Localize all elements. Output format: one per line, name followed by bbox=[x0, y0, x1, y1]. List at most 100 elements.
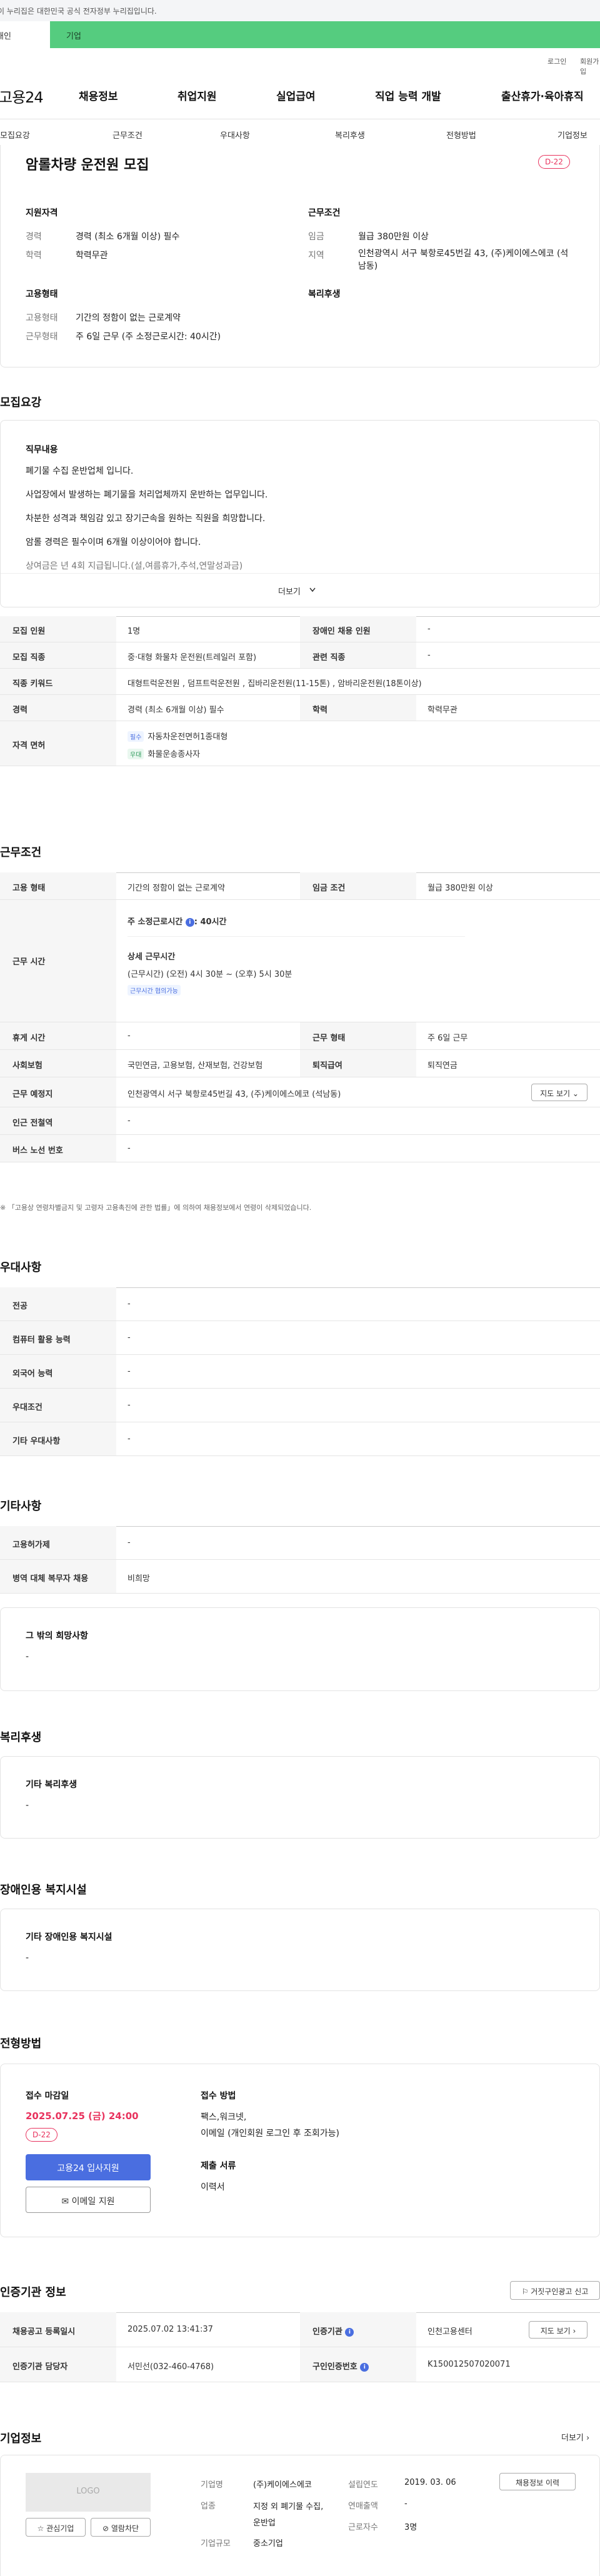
table-row: 고용 형태 기간의 정함이 없는 근로계약 임금 조건 월급 380만원 이상 bbox=[0, 872, 600, 900]
subnav-preference[interactable]: 우대사항 bbox=[220, 129, 250, 141]
established-label: 설립연도 bbox=[348, 2480, 378, 2490]
row-head: 경력 bbox=[0, 695, 116, 721]
report-button[interactable]: ⚐ 거짓구인광고 신고 bbox=[510, 2281, 600, 2300]
info-icon[interactable]: i bbox=[360, 2362, 369, 2372]
table-row: 인증기관 담당자 서민선(032-460-4768) 구인인증번호 i K150… bbox=[0, 2347, 600, 2382]
agency-map-button[interactable]: 지도 보기 › bbox=[529, 2321, 588, 2339]
email-apply-button[interactable]: ✉ 이메일 지원 bbox=[26, 2187, 151, 2213]
job-history-button[interactable]: 채용정보 이력 bbox=[499, 2473, 576, 2490]
row-head: 휴게 시간 bbox=[0, 1022, 116, 1049]
row-head: 모집 직종 bbox=[0, 642, 116, 668]
gnb-item-jobs[interactable]: 채용정보 bbox=[79, 87, 118, 103]
area-value: 인천광역시 서구 북항로45번길 43, (주)케이에스에코 (석남동) bbox=[358, 249, 569, 271]
user-type-tabs: 개인 기업 bbox=[0, 21, 600, 48]
duty-line: 암롤 경력은 필수이며 6개월 이상이어야 합니다. bbox=[26, 537, 201, 547]
favorite-label: 관심기업 bbox=[46, 2524, 74, 2533]
signup-link[interactable]: 회원가입 bbox=[580, 56, 600, 76]
hope-value: - bbox=[26, 1652, 29, 1662]
map-button[interactable]: 지도 보기 ⌄ bbox=[531, 1084, 588, 1101]
section-title-disability: 장애인용 복지시설 bbox=[0, 1884, 87, 1897]
row-head: 채용공고 등록일시 bbox=[0, 2312, 116, 2347]
gnb-item-training[interactable]: 직업 능력 개발 bbox=[375, 87, 441, 103]
row-value: - bbox=[428, 651, 431, 660]
row-head: 근무 시간 bbox=[0, 900, 116, 1022]
subnav-recruit[interactable]: 모집요강 bbox=[0, 129, 30, 141]
company-more-link[interactable]: 더보기 › bbox=[561, 2431, 589, 2443]
dday-badge: D-22 bbox=[26, 2128, 58, 2142]
chevron-right-icon: › bbox=[572, 2327, 576, 2335]
size-label: 기업규모 bbox=[201, 2539, 231, 2549]
industry-label: 업종 bbox=[201, 2502, 216, 2511]
row-value: - bbox=[128, 1031, 131, 1041]
row-head: 관련 직종 bbox=[300, 642, 416, 668]
table-row: 채용공고 등록일시 2025.07.02 13:41:37 인증기관 i 인천고… bbox=[0, 2312, 600, 2347]
row-value: 중·대형 화물차 운전원(트레일러 포함) bbox=[128, 653, 257, 662]
tab-individual[interactable]: 개인 bbox=[0, 21, 50, 48]
block-button[interactable]: ⊘ 열람차단 bbox=[91, 2518, 151, 2537]
license-item: 필수 자동차운전면허1종대형 bbox=[128, 730, 228, 742]
row-value: - bbox=[128, 1400, 131, 1410]
welfare-title: 복리후생 bbox=[308, 289, 341, 299]
career-value: 경력 (최소 6개월 이상) 필수 bbox=[76, 232, 180, 242]
gnb-item-unemployment[interactable]: 실업급여 bbox=[276, 87, 316, 103]
table-row: 모집 인원 1명 장애인 채용 인원 - bbox=[0, 616, 600, 642]
wage-value: 월급 380만원 이상 bbox=[358, 232, 429, 242]
info-icon[interactable]: i bbox=[345, 2327, 354, 2337]
welfare-card: 기타 복리후생 - bbox=[0, 1756, 600, 1839]
table-row: 사회보험 국민연금, 고용보험, 산재보험, 건강보험 퇴직급여 퇴직연금 bbox=[0, 1050, 600, 1077]
company-more-label: 더보기 bbox=[561, 2434, 584, 2443]
favorite-button[interactable]: ☆ 관심기업 bbox=[26, 2518, 86, 2537]
row-value: 인천광역시 서구 북항로45번길 43, (주)케이에스에코 (석남동) bbox=[128, 1090, 341, 1099]
dday-badge: D-22 bbox=[538, 155, 570, 169]
table-row: 직종 키워드 대형트럭운전원 , 덤프트럭운전원 , 집바리운전원(11-15톤… bbox=[0, 669, 600, 695]
duty-line: 사업장에서 발생하는 폐기물을 처리업체까지 운반하는 업무입니다. bbox=[26, 490, 268, 500]
company-name-value: (주)케이에스에코 bbox=[253, 2480, 312, 2490]
apply-button[interactable]: 고용24 입사지원 bbox=[26, 2154, 151, 2180]
chevron-down-icon bbox=[309, 587, 316, 592]
subnav-conditions[interactable]: 근무조건 bbox=[112, 129, 142, 141]
row-value: K150012507020071 bbox=[428, 2360, 511, 2369]
report-icon: ⚐ bbox=[521, 2287, 529, 2296]
table-row: 근무 시간 주 소정근로시간 i: 40시간 상세 근무시간 (근무시간) (오… bbox=[0, 900, 600, 1022]
table-row: 고용허가제 - bbox=[0, 1526, 600, 1560]
company-logo: LOGO bbox=[26, 2473, 151, 2512]
gnb-item-employment-support[interactable]: 취업지원 bbox=[178, 87, 217, 103]
established-value: 2019. 03. 06 bbox=[404, 2478, 456, 2487]
chevron-right-icon: › bbox=[586, 2434, 590, 2443]
block-icon: ⊘ bbox=[102, 2524, 109, 2533]
subnav-company[interactable]: 기업정보 bbox=[558, 129, 588, 141]
docs-value: 이력서 bbox=[201, 2182, 225, 2192]
star-icon: ☆ bbox=[37, 2524, 44, 2533]
row-value: - bbox=[428, 624, 431, 634]
cond-title: 근무조건 bbox=[308, 208, 341, 218]
more-button[interactable]: 더보기 bbox=[1, 573, 599, 607]
duty-card: 직무내용 폐기물 수집 운반업체 입니다. 사업장에서 발생하는 폐기물을 처리… bbox=[0, 420, 600, 607]
row-value: 퇴직연금 bbox=[428, 1061, 458, 1071]
disability-title: 기타 장애인용 복지시설 bbox=[26, 1932, 112, 1942]
row-head: 장애인 채용 인원 bbox=[300, 616, 416, 642]
agency-map-label: 지도 보기 bbox=[540, 2327, 571, 2335]
table-row: 인근 전철역 - bbox=[0, 1107, 600, 1135]
info-icon[interactable]: i bbox=[185, 917, 194, 927]
tab-corporate[interactable]: 기업 bbox=[66, 29, 81, 41]
row-head: 사회보험 bbox=[0, 1050, 116, 1077]
site-logo[interactable]: 고용24 bbox=[0, 85, 44, 107]
welfare-etc-value: - bbox=[26, 1800, 29, 1810]
login-link[interactable]: 로그인 bbox=[548, 56, 566, 66]
flex-badge: 근무시간 협의가능 bbox=[128, 985, 184, 996]
map-button-label: 지도 보기 bbox=[540, 1089, 571, 1098]
subnav-method[interactable]: 전형방법 bbox=[446, 129, 476, 141]
section-title-company: 기업정보 bbox=[0, 2432, 42, 2445]
subnav-welfare[interactable]: 복리후생 bbox=[335, 129, 365, 141]
gnb-item-leave[interactable]: 출산휴가·육아휴직 bbox=[501, 87, 584, 103]
table-row: 병역 대체 복무자 채용 비희망 bbox=[0, 1560, 600, 1594]
row-head: 임금 조건 bbox=[300, 872, 416, 899]
edu-value: 학력무관 bbox=[76, 251, 108, 261]
row-head: 외국어 능력 bbox=[0, 1355, 116, 1388]
weekly-hours-value: : 40시간 bbox=[194, 917, 227, 927]
row-value: 기간의 정함이 없는 근로계약 bbox=[128, 884, 225, 893]
row-value: 학력무관 bbox=[428, 706, 458, 715]
row-value: - bbox=[128, 1434, 131, 1444]
row-value: 1명 bbox=[128, 627, 141, 636]
table-row: 근무 예정지 인천광역시 서구 북항로45번길 43, (주)케이에스에코 (석… bbox=[0, 1077, 600, 1107]
